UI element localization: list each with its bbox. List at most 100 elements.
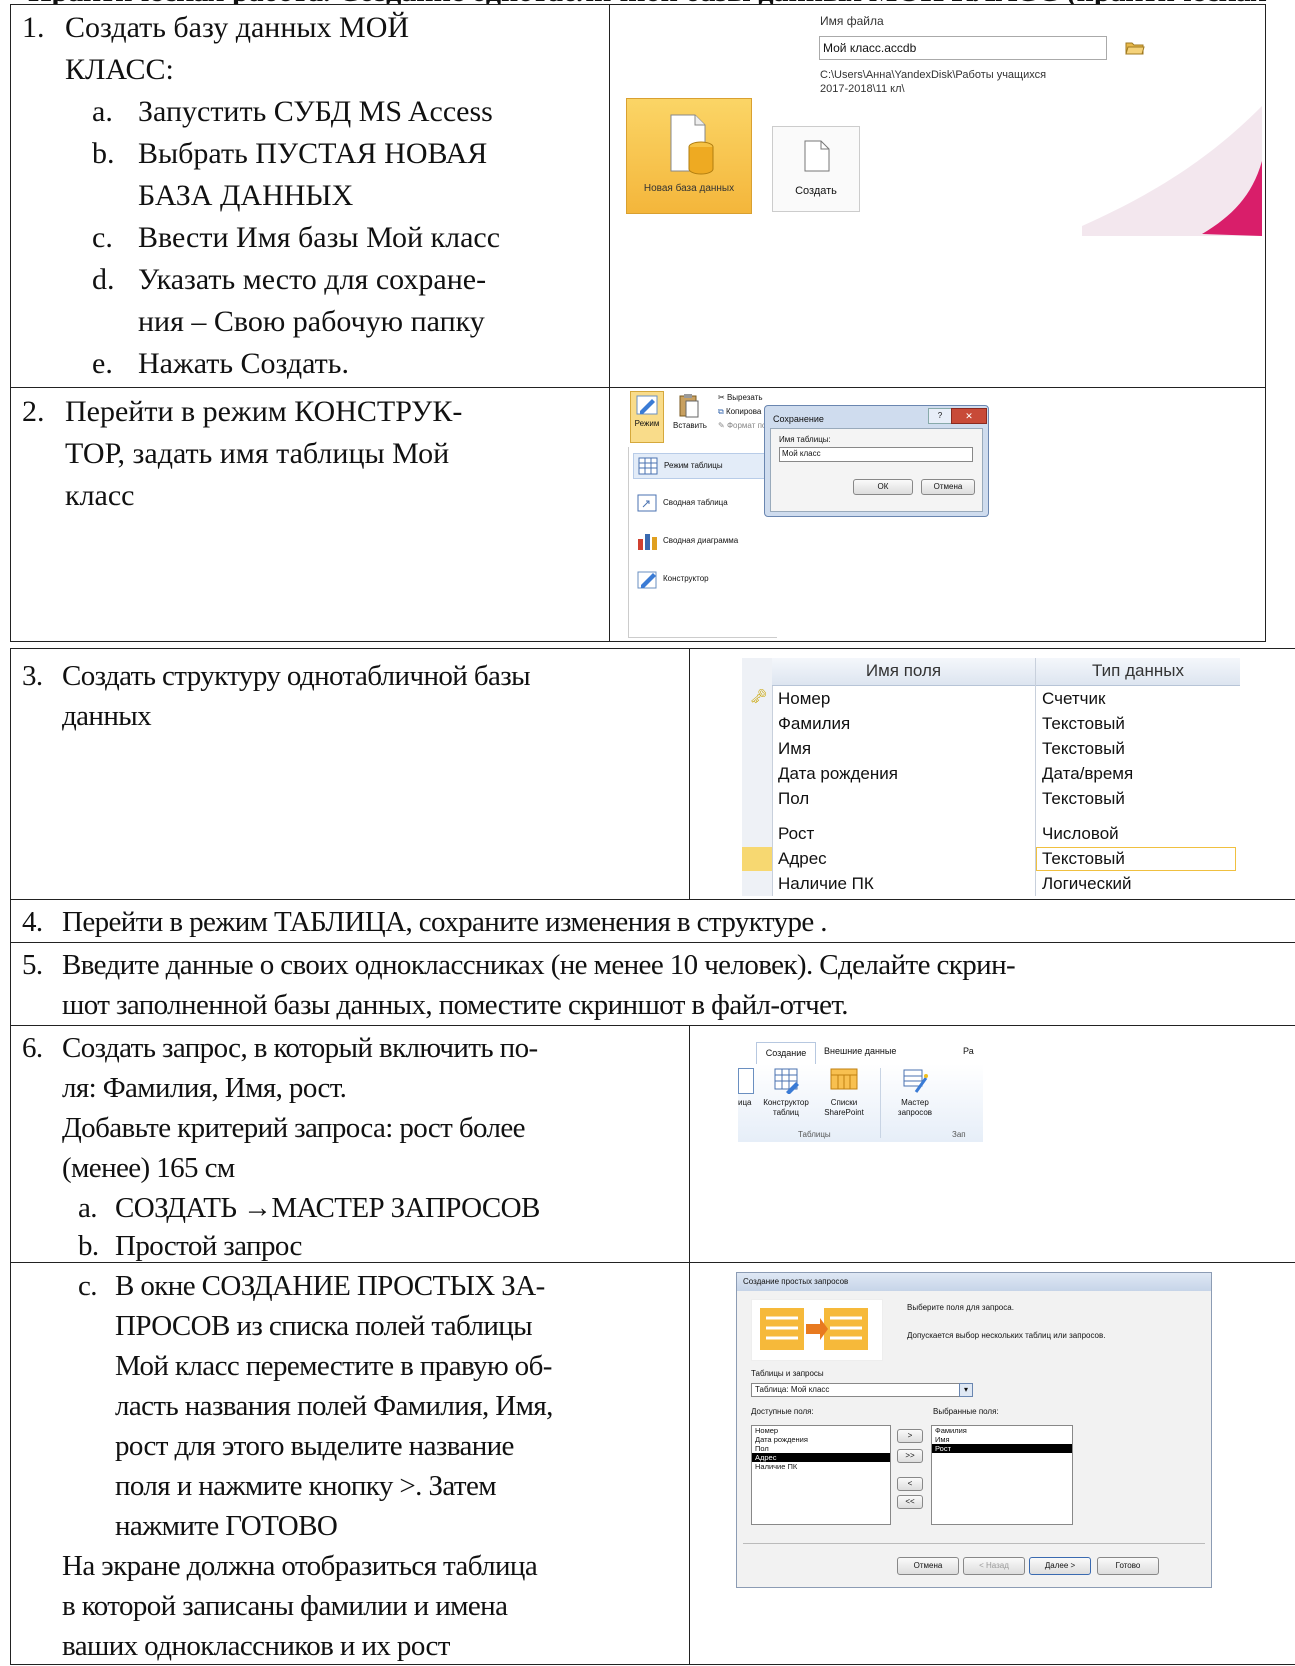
sharepoint-lists-button[interactable]: Списки SharePoint	[818, 1068, 870, 1124]
step2-number: 2.	[22, 395, 45, 428]
create-button-label: Создать	[795, 185, 837, 197]
step1-item-e-marker: e.	[92, 347, 113, 380]
menu-item-datasheet-label: Режим таблицы	[664, 461, 723, 470]
tab-external-data[interactable]: Внешние данные	[824, 1046, 896, 1056]
field-row-5-name[interactable]: Пол	[778, 789, 809, 809]
sharepoint-lists-label-2: SharePoint	[824, 1108, 864, 1117]
remove-all-button[interactable]: <<	[897, 1495, 923, 1509]
cancel-button[interactable]: Отмена	[921, 479, 975, 495]
wizard-illustration	[751, 1299, 883, 1361]
cut-item[interactable]: ✂ Вырезать	[718, 393, 763, 402]
available-field[interactable]: Наличие ПК	[752, 1462, 890, 1471]
field-row-6-type[interactable]: Числовой	[1042, 824, 1119, 844]
table-button-partial[interactable]	[738, 1068, 754, 1094]
copy-icon: ⧉	[718, 407, 726, 416]
file-name-input[interactable]: Мой класс.accdb	[819, 36, 1107, 60]
table-name-label: Имя таблицы:	[779, 435, 831, 444]
step1-item-d-marker: d.	[92, 263, 115, 296]
group-queries-label: Зап	[952, 1130, 966, 1139]
help-button[interactable]: ?	[928, 408, 952, 424]
menu-item-pivot-chart-label: Сводная диаграмма	[663, 536, 739, 545]
field-row-7-type[interactable]: Текстовый	[1042, 849, 1125, 869]
field-row-4-type[interactable]: Дата/время	[1042, 764, 1133, 784]
field-row-7-name[interactable]: Адрес	[778, 849, 827, 869]
finish-button[interactable]: Готово	[1097, 1557, 1159, 1575]
step1-item-d: Указать место для сохране-	[138, 263, 487, 296]
step2-line3: класс	[65, 479, 135, 512]
field-row-6-name[interactable]: Рост	[778, 824, 814, 844]
format-painter-item[interactable]: ✎ Формат по	[718, 421, 766, 430]
step6c-line6: поля и нажмите кнопку >. Затем	[115, 1470, 497, 1502]
paste-button[interactable]: Вставить	[670, 391, 710, 441]
add-all-button[interactable]: >>	[897, 1449, 923, 1463]
row-selector-active[interactable]	[742, 847, 772, 871]
menu-item-pivot-chart[interactable]: Сводная диаграмма	[633, 529, 773, 555]
chosen-field-selected[interactable]: Рост	[932, 1444, 1072, 1453]
cancel-button[interactable]: Отмена	[897, 1557, 959, 1575]
back-button[interactable]: < Назад	[963, 1557, 1025, 1575]
step6-line4: (менее) 165 см	[62, 1152, 235, 1184]
tab-more[interactable]: Ра	[963, 1046, 974, 1056]
next-button[interactable]: Далее >	[1029, 1557, 1091, 1575]
wizard-title: Создание простых запросов	[743, 1277, 849, 1286]
field-row-4-name[interactable]: Дата рождения	[778, 764, 898, 784]
available-field[interactable]: Номер	[752, 1426, 890, 1435]
blank-document-icon	[804, 140, 830, 172]
step2-screenshot: Режим Вставить ✂ Вырезать ⧉ Копирова ✎ Ф…	[624, 389, 1244, 639]
field-row-8-type[interactable]: Логический	[1042, 874, 1132, 894]
available-field[interactable]: Дата рождения	[752, 1435, 890, 1444]
cut-icon: ✂	[718, 393, 727, 402]
field-row-1-name[interactable]: Номер	[778, 689, 830, 709]
step5-line2: шот заполненной базы данных, поместите с…	[62, 989, 848, 1021]
field-row-8-name[interactable]: Наличие ПК	[778, 874, 874, 894]
copy-item[interactable]: ⧉ Копирова	[718, 407, 761, 417]
step6-item-a-marker: a.	[78, 1192, 98, 1224]
step1-title-cont: КЛАСС:	[65, 53, 174, 86]
save-dialog: Сохранение ? ✕ Имя таблицы: Мой класс ОК…	[764, 405, 989, 517]
create-button[interactable]: Создать	[772, 126, 860, 212]
field-row-2-name[interactable]: Фамилия	[778, 714, 850, 734]
chevron-down-icon[interactable]: ▾	[959, 1383, 973, 1397]
table-name-input[interactable]: Мой класс	[779, 447, 973, 462]
field-row-2-type[interactable]: Текстовый	[1042, 714, 1125, 734]
step6c-line2: ПРОСОВ из списка полей таблицы	[115, 1310, 533, 1342]
field-row-1-type[interactable]: Счетчик	[1042, 689, 1105, 709]
field-row-3-name[interactable]: Имя	[778, 739, 811, 759]
field-row-5-type[interactable]: Текстовый	[1042, 789, 1125, 809]
step6-line1: Создать запрос, в который включить по-	[62, 1032, 538, 1064]
close-button[interactable]: ✕	[951, 408, 987, 424]
new-database-tile[interactable]: Новая база данных	[626, 98, 752, 214]
ribbon-screenshot: Создание Внешние данные Ра ица Конструкт…	[738, 1028, 983, 1148]
menu-item-pivot-table[interactable]: Сводная таблица	[633, 491, 773, 517]
chosen-fields-list[interactable]: Фамилия Имя Рост	[931, 1425, 1073, 1525]
step5-number: 5.	[22, 949, 43, 981]
view-mode-button[interactable]: Режим	[630, 391, 664, 443]
save-dialog-title: Сохранение	[773, 414, 824, 424]
ok-button[interactable]: ОК	[853, 479, 913, 495]
step1-item-a-marker: a.	[92, 95, 113, 128]
file-path-line1: C:\Users\Анна\YandexDisk\Работы учащихся	[820, 69, 1047, 81]
menu-item-designer[interactable]: Конструктор	[633, 567, 773, 593]
chosen-field[interactable]: Фамилия	[932, 1426, 1072, 1435]
chosen-field[interactable]: Имя	[932, 1435, 1072, 1444]
format-painter-label: Формат по	[726, 421, 767, 430]
folder-icon[interactable]	[1125, 40, 1145, 55]
remove-field-button[interactable]: <	[897, 1477, 923, 1491]
available-field[interactable]: Пол	[752, 1444, 890, 1453]
add-field-button[interactable]: >	[897, 1429, 923, 1443]
available-fields-list[interactable]: Номер Дата рождения Пол Адрес Наличие ПК	[751, 1425, 891, 1525]
chosen-fields-label: Выбранные поля:	[933, 1407, 999, 1416]
field-row-3-type[interactable]: Текстовый	[1042, 739, 1125, 759]
table-designer-button[interactable]: Конструктор таблиц	[760, 1068, 812, 1124]
step6-line3: Добавьте критерий запроса: рост более	[62, 1112, 526, 1144]
step1-item-c-marker: c.	[92, 221, 113, 254]
tab-create[interactable]: Создание	[756, 1042, 816, 1064]
tables-queries-label: Таблицы и запросы	[751, 1369, 824, 1378]
available-field-selected[interactable]: Адрес	[752, 1453, 890, 1462]
tables-queries-select[interactable]: Таблица: Мой класс	[751, 1383, 971, 1397]
menu-item-datasheet[interactable]: Режим таблицы	[633, 453, 773, 479]
step1-item-b-marker: b.	[92, 137, 115, 170]
step1-item-d-cont: ния – Свою рабочую папку	[138, 305, 485, 338]
query-wizard-button[interactable]: Мастер запросов	[888, 1068, 942, 1124]
view-menu: Режим таблицы Сводная таблица Сводная ди…	[628, 447, 777, 638]
